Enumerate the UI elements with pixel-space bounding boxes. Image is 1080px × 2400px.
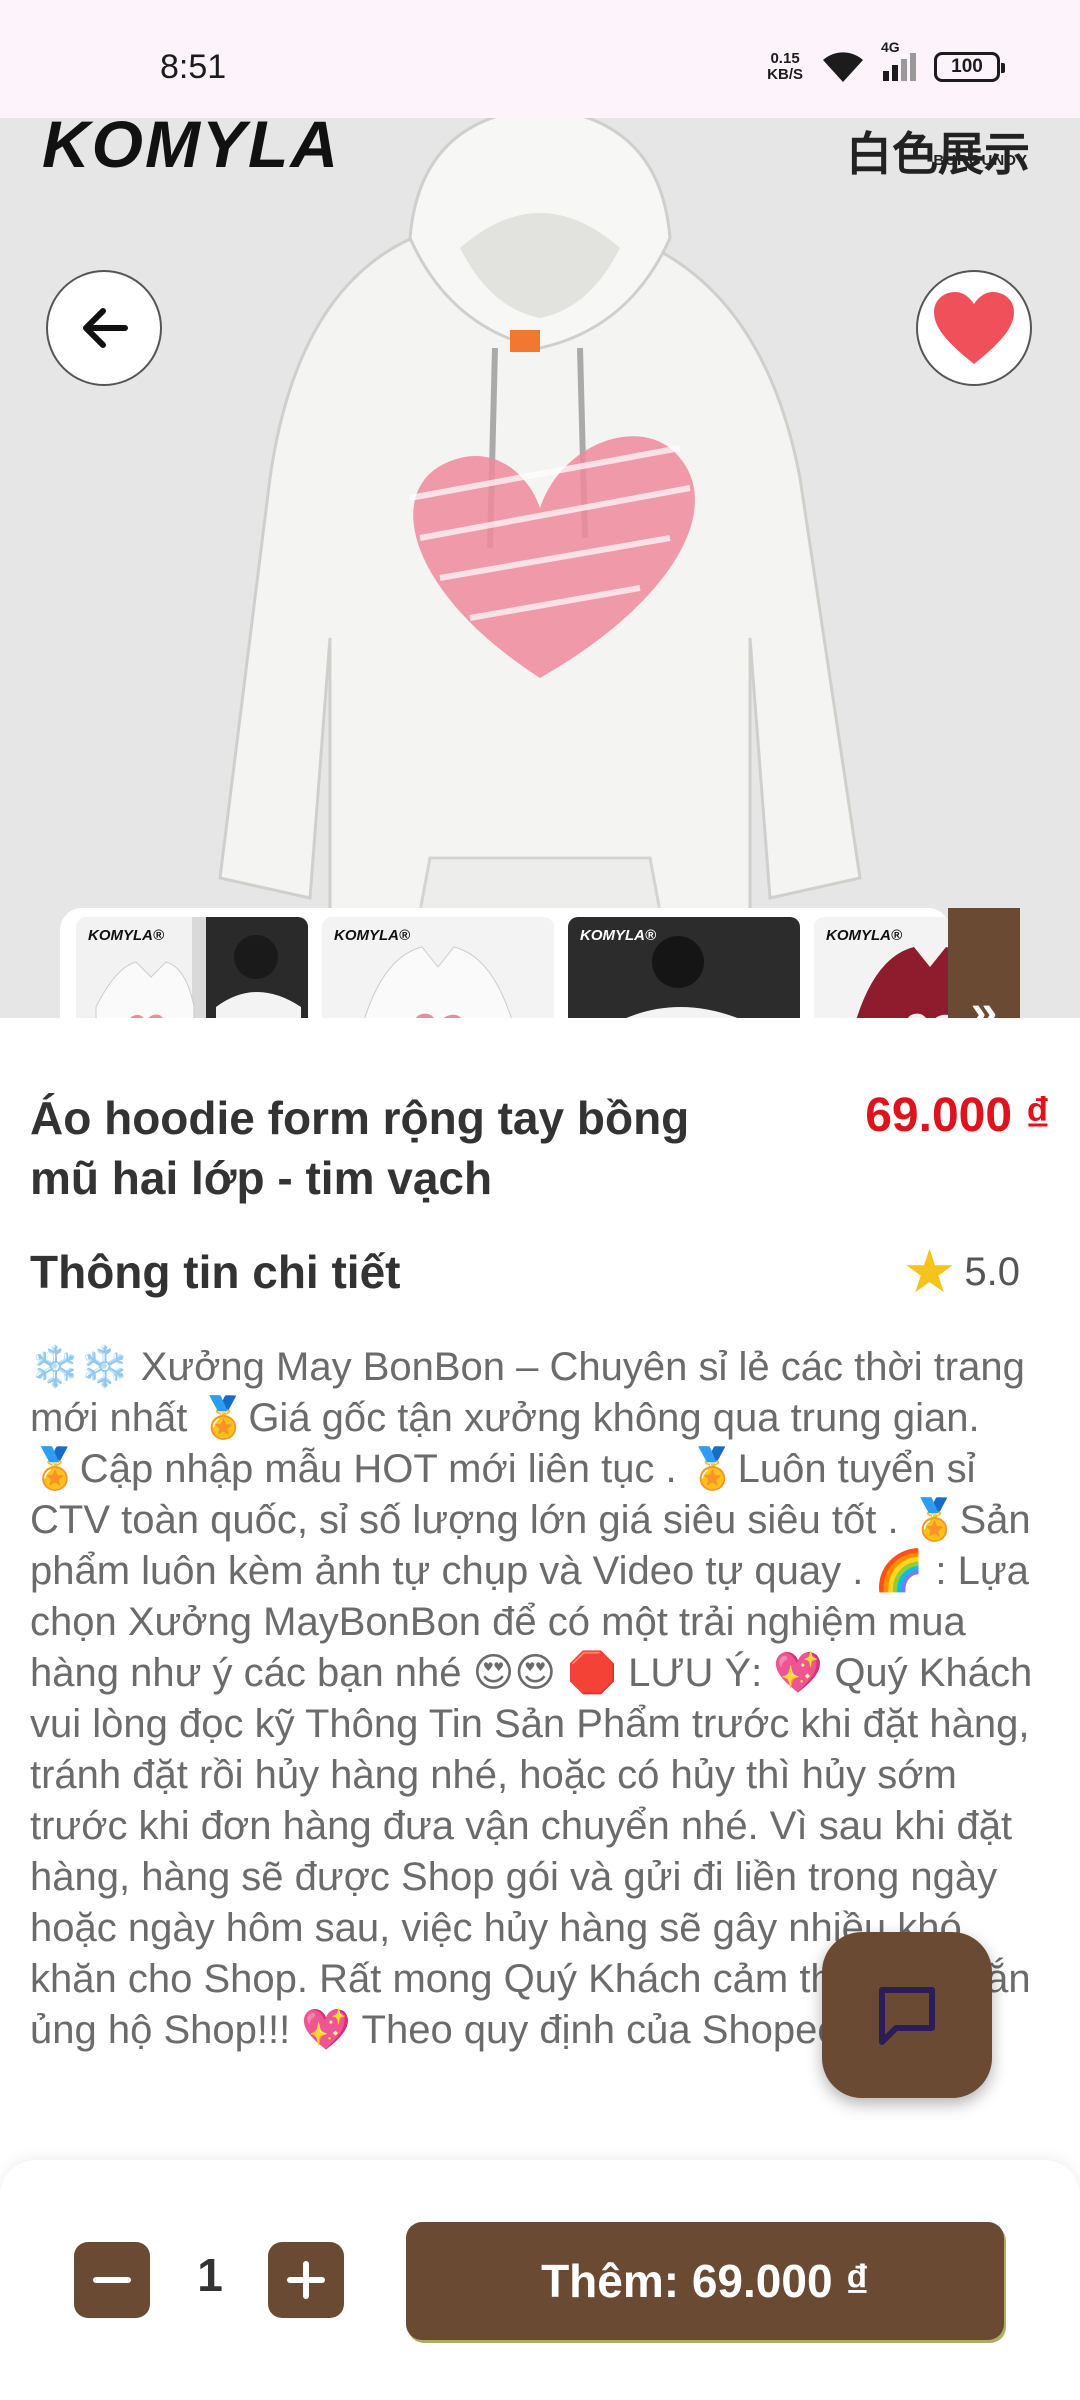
decrease-quantity-button[interactable] xyxy=(74,2242,150,2318)
thumbnail-image xyxy=(856,947,950,1018)
back-button[interactable] xyxy=(46,270,162,386)
thumbnail-image xyxy=(626,936,738,1018)
brand-watermark-sub: BURGUNDY xyxy=(933,152,1028,169)
product-title: Áo hoodie form rộng tay bồng mũ hai lớp … xyxy=(30,1092,690,1204)
plus-icon xyxy=(287,2261,325,2299)
thumbnail[interactable]: KOMYLA® xyxy=(322,917,554,1018)
status-bar: 8:51 0.15 KB/S 4G 100 xyxy=(0,0,1080,118)
more-thumbnails-button[interactable]: » xyxy=(948,908,1020,1018)
thumbnail-image xyxy=(364,946,512,1018)
thumbnail-image xyxy=(95,917,308,1018)
thumbnail[interactable]: KOMYLA® xyxy=(814,917,950,1018)
network-speed: 0.15 KB/S xyxy=(767,50,803,83)
thumbnail-strip[interactable]: KOMYLA® KOMYLA® KOMYLA® KOMYLA® xyxy=(60,908,950,1018)
minus-icon xyxy=(93,2277,131,2283)
battery-icon: 100 xyxy=(934,52,1005,82)
chevron-double-right-icon: » xyxy=(970,985,998,1019)
wifi-icon xyxy=(823,52,863,82)
details-heading: Thông tin chi tiết xyxy=(30,1246,401,1298)
chat-icon xyxy=(879,1987,935,2045)
rating-value: 5.0 xyxy=(964,1249,1020,1294)
increase-quantity-button[interactable] xyxy=(268,2242,344,2318)
heart-icon xyxy=(934,292,1014,364)
chat-button[interactable] xyxy=(822,1932,992,2098)
thumbnail[interactable]: KOMYLA® xyxy=(76,917,308,1018)
status-icons: 0.15 KB/S 4G 100 xyxy=(767,39,1005,84)
bottom-action-bar: 1 Thêm: 69.000 ₫ xyxy=(0,2160,1080,2400)
star-icon: ★ xyxy=(902,1238,957,1305)
arrow-left-icon xyxy=(83,308,128,348)
cellular-icon: 4G xyxy=(881,39,916,81)
add-to-cart-button[interactable]: Thêm: 69.000 ₫ xyxy=(406,2222,1004,2340)
status-time: 8:51 xyxy=(160,48,227,86)
product-price: 69.000 ₫ xyxy=(865,1089,1050,1142)
rating: ★ 5.0 xyxy=(903,1242,1020,1302)
thumbnail[interactable]: KOMYLA® xyxy=(568,917,800,1018)
hoodie-illustration xyxy=(218,118,862,1018)
favorite-button[interactable] xyxy=(916,270,1032,386)
quantity-value: 1 xyxy=(197,2249,223,2301)
product-image: KOMYLA 白色展示 BURGUNDY KOMYLA® KOMYLA® KOM… xyxy=(0,118,1080,1018)
